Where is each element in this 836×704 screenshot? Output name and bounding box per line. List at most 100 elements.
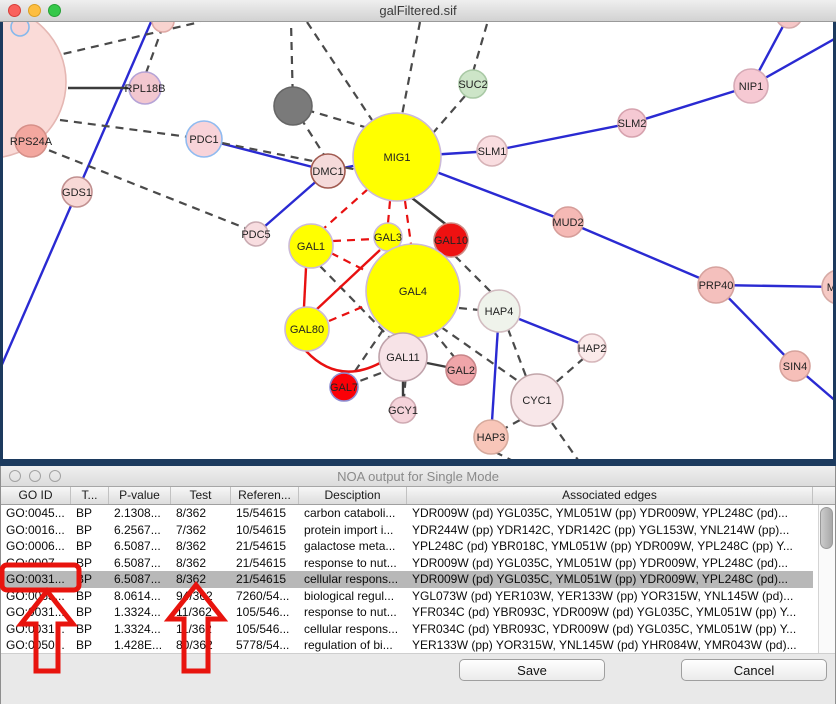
node-label-HAP4: HAP4 [485,306,514,318]
table-cell: 21/54615 [231,572,299,586]
edge[interactable] [552,423,578,459]
edge[interactable] [307,22,372,120]
table-cell: BP [71,506,109,520]
table-cell: response to nut... [299,556,407,570]
edge[interactable] [50,22,200,57]
table-cell: GO:0031... [1,572,71,586]
node-label-MIG1: MIG1 [384,152,411,164]
edge[interactable] [412,198,448,226]
table-cell: YFR034C (pd) YBR093C, YDR009W (pd) YGL03… [407,622,813,636]
cancel-button[interactable]: Cancel [681,659,827,681]
column-header[interactable]: P-value [109,487,171,504]
vertical-scrollbar[interactable] [818,505,835,653]
edge[interactable] [492,123,632,151]
node-label-PRP40: PRP40 [699,280,734,292]
edge[interactable] [402,22,420,115]
edge[interactable] [306,351,380,372]
table-row[interactable]: GO:0007...BP6.5087...8/36221/54615respon… [1,555,813,572]
table-cell: YDR009W (pd) YGL035C, YML051W (pp) YDR00… [407,556,813,570]
table-row[interactable]: GO:0050...BP1.428E...80/3625778/54...reg… [1,637,813,654]
network-canvas[interactable]: RPL18BRPS24AGDS1PDC1DMC1MIG1SUC2SLM1SLM2… [0,22,836,466]
edge[interactable] [632,86,751,123]
node-top-small[interactable] [11,22,29,36]
node-top-cut[interactable] [152,22,174,32]
table-cell: cellular respons... [299,622,407,636]
edge[interactable] [322,189,368,230]
table-cell: BP [71,572,109,586]
edge[interactable] [405,201,411,244]
edge[interactable] [433,331,455,358]
node-gray-node[interactable] [274,87,312,125]
table-cell: YGL073W (pd) YER103W, YER133W (pp) YOR31… [407,589,813,603]
column-header[interactable]: T... [71,487,109,504]
table-cell: 6.5087... [109,572,171,586]
noa-footer: Save Cancel [1,654,835,704]
table-cell: 11/362 [171,605,231,619]
column-header[interactable]: Test [171,487,231,504]
table-cell: protein import i... [299,523,407,537]
edge[interactable] [329,305,367,321]
edge[interactable] [60,120,204,139]
column-header[interactable]: Associated edges [407,487,813,504]
table-cell: GO:0045... [1,506,71,520]
edge[interactable] [508,329,527,379]
table-row[interactable]: GO:0006...BP6.5087...8/36221/54615galact… [1,538,813,555]
node-label-DMC1: DMC1 [312,166,343,178]
table-cell: YFR034C (pd) YBR093C, YDR009W (pd) YGL03… [407,605,813,619]
table-header: GO IDT...P-valueTestReferen...Desciption… [1,487,835,505]
edge[interactable] [459,308,479,310]
table-cell: 80/362 [171,638,231,652]
edge[interactable] [473,24,487,72]
table-cell: 6.2567... [109,523,171,537]
node-label-GCY1: GCY1 [388,405,418,417]
table-cell: regulation of bi... [299,638,407,652]
table-row-selected[interactable]: GO:0031...BP6.5087...8/36221/54615cellul… [1,571,813,588]
table-cell: BP [71,539,109,553]
edge[interactable] [433,96,465,133]
table-cell: YDR009W (pd) YGL035C, YML051W (pp) YDR00… [407,572,813,586]
table-row[interactable]: GO:0045...BP2.1308...8/36215/54615carbon… [1,505,813,522]
table-row[interactable]: GO:0016...BP6.2567...7/36210/54615protei… [1,522,813,539]
node-label-HAP3: HAP3 [477,432,506,444]
table-cell: BP [71,589,109,603]
save-button[interactable]: Save [459,659,605,681]
edge[interactable] [568,222,716,285]
node-label-GAL2: GAL2 [447,365,475,377]
node-tr-cut[interactable] [776,22,802,28]
node-label-GAL10: GAL10 [434,235,468,247]
table-cell: 8/362 [171,506,231,520]
table-cell: BP [71,638,109,652]
table-row[interactable]: GO:0065...BP8.0614...94/3627260/54...bio… [1,588,813,605]
table-cell: GO:0031... [1,622,71,636]
edge[interactable] [333,239,374,241]
column-header[interactable]: Referen... [231,487,299,504]
column-header[interactable]: GO ID [1,487,71,504]
table-cell: 1.428E... [109,638,171,652]
table-cell: 15/54615 [231,506,299,520]
node-label-SLM1: SLM1 [478,146,507,158]
table-row[interactable]: GO:0031...BP1.3324...11/362105/546...res… [1,604,813,621]
table-cell: GO:0065... [1,589,71,603]
table-cell: BP [71,556,109,570]
edge[interactable] [331,253,368,272]
node-label-GAL4: GAL4 [399,286,427,298]
node-label-GAL1: GAL1 [297,241,325,253]
node-label-GAL3: GAL3 [374,232,402,244]
edge[interactable] [427,363,447,367]
edge[interactable] [304,268,306,307]
table-cell: 11/362 [171,622,231,636]
table-body: GO:0045...BP2.1308...8/36215/54615carbon… [1,505,835,654]
node-label-SIN4: SIN4 [783,361,807,373]
table-cell: 6.5087... [109,539,171,553]
edge[interactable] [554,358,584,384]
table-cell: GO:0050... [1,638,71,652]
network-graph: RPL18BRPS24AGDS1PDC1DMC1MIG1SUC2SLM1SLM2… [3,22,833,459]
column-header-stub [813,487,835,504]
scrollbar-thumb[interactable] [820,507,833,549]
table-row[interactable]: GO:0031...BP1.3324...11/362105/546...cel… [1,621,813,638]
node-label-MUD2: MUD2 [552,217,583,229]
edge[interactable] [388,201,390,223]
table-cell: 8/362 [171,539,231,553]
edge[interactable] [357,373,381,382]
column-header[interactable]: Desciption [299,487,407,504]
